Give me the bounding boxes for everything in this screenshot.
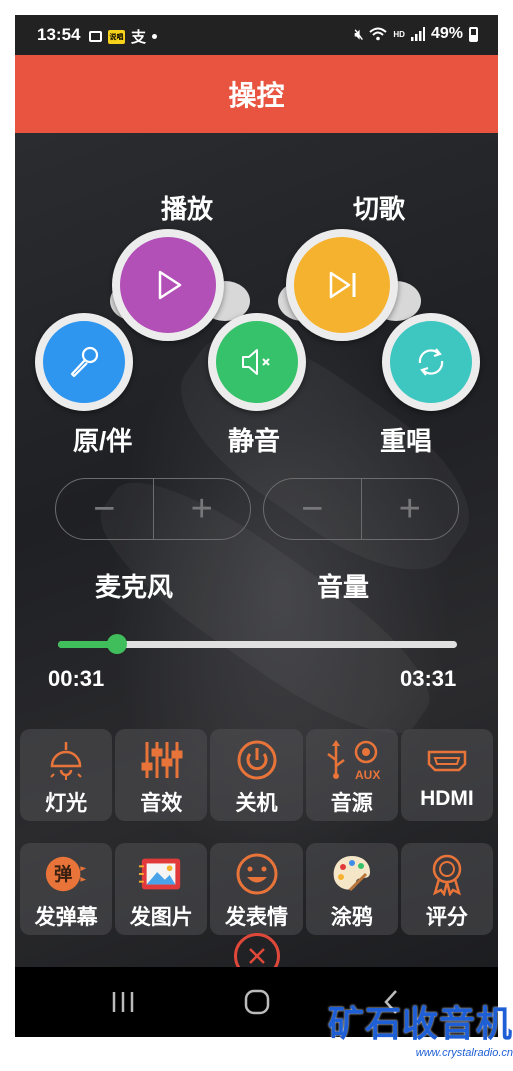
progress-slider[interactable] [58, 634, 457, 654]
tile-label: 灯光 [45, 792, 88, 815]
vibrate-mute-icon: 🔇︎ [354, 25, 364, 42]
mic-stepper: − + [55, 478, 251, 540]
tile-label: 涂鸦 [330, 906, 373, 929]
tile-label: 发弹幕 [34, 906, 98, 929]
title-bar: 操控 [15, 55, 498, 133]
microphone-icon [70, 346, 99, 378]
close-button[interactable] [234, 933, 280, 967]
home-icon [244, 989, 270, 1015]
status-bar: 13:54 说唱 支 🔇︎ HD 49% [15, 15, 498, 55]
volume-stepper: − + [263, 478, 459, 540]
volume-minus-button[interactable]: − [264, 479, 361, 539]
system-icons: 🔇︎ HD 49% [355, 25, 478, 43]
tile-send-emoji[interactable]: 发表情 [210, 843, 303, 935]
function-row-2: 弹 发弹幕 发图片 发表情 涂鸦 评分 [20, 843, 494, 935]
aux-text: AUX [355, 768, 380, 782]
refresh-icon [418, 348, 444, 376]
tile-lights[interactable]: 灯光 [20, 729, 113, 821]
tile-hdmi[interactable]: HDMI [400, 729, 494, 821]
tile-doodle[interactable]: 涂鸦 [305, 843, 398, 935]
watermark: 矿石收音机 www.crystalradio.cn [328, 995, 513, 1059]
progress-knob[interactable] [106, 634, 127, 654]
skip-button[interactable] [286, 229, 398, 341]
smiley-icon [236, 853, 277, 895]
control-panel: 播放 切歌 原/伴 静音 重唱 − + − + 麦克风 音量 00:31 03:… [15, 133, 498, 967]
tile-label: 关机 [235, 792, 278, 815]
palette-icon [333, 856, 370, 892]
mute-label: 静音 [228, 426, 281, 456]
mic-minus-button[interactable]: − [56, 479, 153, 539]
battery-percent: 49% [430, 25, 463, 42]
function-row-1: 灯光 音效 关机 AUX 音源 HDMI [20, 729, 494, 821]
watermark-url: www.crystalradio.cn [415, 1047, 513, 1059]
replay-button[interactable] [382, 313, 480, 411]
notification-icons: 说唱 支 [89, 26, 158, 47]
recent-apps-icon [112, 992, 134, 1012]
app-notification-icon: 说唱 [108, 29, 125, 44]
volume-plus-button[interactable]: + [360, 479, 459, 539]
lamp-icon [50, 742, 82, 780]
alipay-notification-icon: 支 [131, 29, 147, 46]
usb-aux-icon: AUX [326, 740, 380, 782]
gallery-notification-icon [89, 31, 102, 42]
tile-power-off[interactable]: 关机 [210, 729, 303, 821]
mic-label: 麦克风 [95, 572, 174, 602]
status-time: 13:54 [37, 25, 81, 44]
phone-screen: 13:54 说唱 支 🔇︎ HD 49% 操控 播放 切歌 原/伴 静音 重唱 … [15, 15, 498, 1037]
recent-apps-button[interactable] [103, 985, 143, 1019]
tile-sound-effects[interactable]: 音效 [115, 729, 208, 821]
play-label: 播放 [161, 194, 214, 224]
total-time: 03:31 [400, 666, 457, 691]
home-button[interactable] [237, 985, 277, 1019]
replay-label: 重唱 [380, 426, 433, 456]
tile-label: HDMI [420, 787, 474, 810]
image-icon [139, 858, 181, 890]
hdmi-icon [427, 750, 467, 772]
tile-audio-source[interactable]: AUX 音源 [305, 729, 398, 821]
play-button[interactable] [112, 229, 224, 341]
skip-label: 切歌 [353, 194, 406, 224]
mute-icon [242, 349, 270, 375]
tile-label: 发表情 [225, 906, 288, 929]
skip-icon [329, 271, 356, 299]
watermark-logo: 矿石收音机 [327, 1003, 513, 1044]
equalizer-icon [141, 742, 183, 778]
mic-plus-button[interactable]: + [152, 479, 251, 539]
tile-rating[interactable]: 评分 [400, 843, 494, 935]
original-accompaniment-button[interactable] [35, 313, 133, 411]
tile-send-danmaku[interactable]: 弹 发弹幕 [20, 843, 113, 935]
elapsed-time: 00:31 [48, 666, 105, 691]
mute-button[interactable] [208, 313, 306, 411]
tile-send-image[interactable]: 发图片 [115, 843, 208, 935]
danmaku-char: 弹 [54, 864, 72, 886]
wifi-icon [369, 27, 388, 41]
page-title: 操控 [228, 80, 285, 111]
tile-label: 音源 [330, 792, 373, 815]
danmaku-icon: 弹 [45, 856, 87, 892]
tile-label: 音效 [140, 792, 183, 815]
play-icon [158, 270, 182, 300]
signal-icon [410, 27, 425, 41]
power-icon [237, 740, 276, 780]
close-icon [249, 948, 265, 964]
battery-icon [469, 26, 478, 42]
volume-label: 音量 [317, 572, 370, 602]
original-label: 原/伴 [73, 426, 133, 456]
award-icon [432, 854, 462, 896]
hd-icon: HD [393, 29, 405, 39]
tile-label: 发图片 [129, 906, 193, 929]
more-notifications-icon [152, 34, 158, 39]
tile-label: 评分 [425, 906, 468, 929]
